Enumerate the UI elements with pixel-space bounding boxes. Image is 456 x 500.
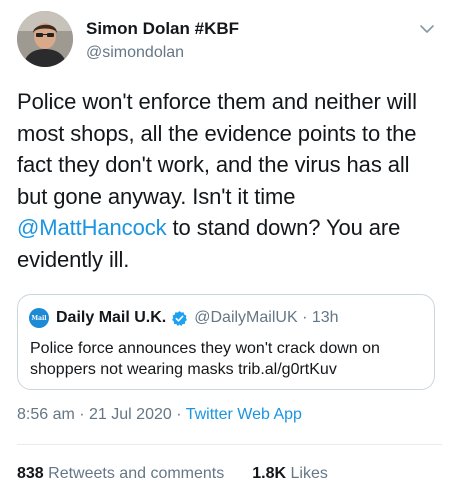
quoted-tweet-header: Mail Daily Mail U.K. @DailyMailUK · 13h — [29, 307, 339, 329]
chevron-down-icon[interactable] — [418, 20, 436, 38]
verified-badge-icon — [172, 310, 188, 326]
author-display-name[interactable]: Simon Dolan #KBF — [86, 18, 239, 40]
source-link[interactable]: Twitter Web App — [186, 406, 302, 423]
logo-text: Mail — [31, 314, 47, 322]
tweet-header: Simon Dolan #KBF @simondolan — [17, 10, 442, 72]
retweets-stat[interactable]: 838 Retweets and comments — [17, 465, 224, 482]
divider — [17, 444, 442, 445]
tweet-text-before: Police won't enforce them and neither wi… — [17, 89, 417, 209]
quoted-tweet-text: Police force announces they won't crack … — [30, 340, 380, 378]
retweets-label: Retweets and comments — [48, 465, 225, 482]
retweets-count: 838 — [17, 465, 44, 482]
tweet-text: Police won't enforce them and neither wi… — [17, 86, 442, 275]
author-block[interactable]: Simon Dolan #KBF @simondolan — [86, 18, 239, 64]
quoted-display-name: Daily Mail U.K. — [56, 309, 167, 326]
daily-mail-logo: Mail — [29, 308, 49, 328]
author-handle[interactable]: @simondolan — [86, 42, 239, 64]
mention-link[interactable]: @MattHancock — [17, 215, 167, 240]
avatar[interactable] — [17, 11, 73, 67]
timestamp[interactable]: 8:56 am · 21 Jul 2020 · — [17, 406, 186, 423]
engagement-stats: 838 Retweets and comments 1.8K Likes — [17, 465, 328, 483]
quoted-handle-time: @DailyMailUK · 13h — [194, 309, 339, 326]
likes-label: Likes — [290, 465, 328, 482]
quoted-tweet[interactable]: Mail Daily Mail U.K. @DailyMailUK · 13h … — [17, 294, 435, 390]
likes-stat[interactable]: 1.8K Likes — [252, 465, 328, 482]
timestamp-row: 8:56 am · 21 Jul 2020 · Twitter Web App — [17, 406, 302, 424]
likes-count: 1.8K — [252, 465, 287, 482]
